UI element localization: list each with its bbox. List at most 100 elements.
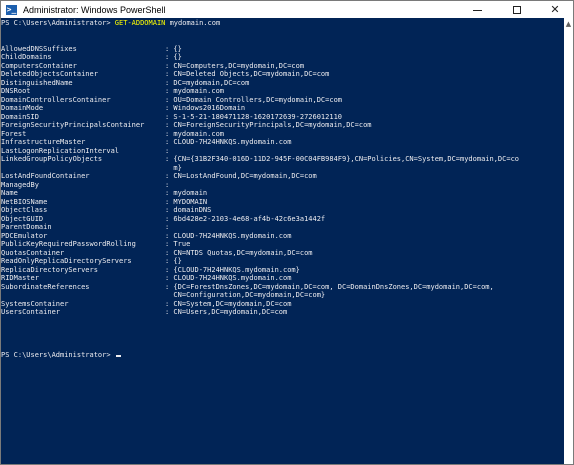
property-value: : (165, 146, 170, 155)
property-continuation: m} (1, 164, 564, 173)
property-value: : {} (165, 257, 182, 265)
property-name: DistinguishedName (1, 78, 73, 87)
property-name: LostAndFoundContainer (1, 172, 90, 180)
property-value: : domainDNS (165, 206, 212, 214)
property-row: SubordinateReferences : {DC=ForestDnsZone… (1, 283, 564, 292)
powershell-icon[interactable]: >_ (6, 4, 17, 15)
minimize-button[interactable] (457, 1, 497, 18)
property-row: LastLogonReplicationInterval: (1, 147, 564, 156)
property-name: ReadOnlyReplicaDirectoryServers (1, 257, 132, 265)
vertical-scrollbar[interactable] (564, 18, 573, 464)
property-value: : CN=Deleted Objects,DC=mydomain,DC=com (165, 70, 330, 78)
property-value: : {CLOUD-7H24HNKQS.mydomain.com} (165, 265, 300, 274)
maximize-button[interactable] (497, 1, 537, 18)
property-name: DeletedObjectsContainer (1, 70, 98, 78)
property-name: ReplicaDirectoryServers (1, 265, 98, 274)
property-name: LinkedGroupPolicyObjects (1, 155, 103, 163)
property-value: : {} (165, 53, 182, 61)
property-row: SystemsContainer : CN=System,DC=mydomain,… (1, 300, 564, 309)
property-value-continued: CN=Configuration,DC=mydomain,DC=com} (165, 291, 326, 299)
property-value: : S-1-5-21-180471128-1620172639-27260121… (165, 112, 343, 121)
property-name: Name (1, 189, 18, 197)
property-row: ReplicaDirectoryServers : {CLOUD-7H24HNKQ… (1, 266, 564, 275)
property-name: AllowedDNSSuffixes (1, 44, 77, 53)
property-name: Forest (1, 129, 27, 138)
property-row: ForeignSecurityPrincipalsContainer: CN=F… (1, 121, 564, 130)
property-name: ChildDomains (1, 53, 52, 61)
property-name: RIDMaster (1, 274, 39, 282)
prompt-text: PS C:\Users\Administrator> (1, 19, 115, 27)
property-row: DeletedObjectsContainer : CN=Deleted Obje… (1, 70, 564, 79)
property-name: UsersContainer (1, 308, 61, 316)
property-row: ObjectGUID: 6bd428e2-2103-4e68-af4b-42c6… (1, 215, 564, 224)
property-row: ReadOnlyReplicaDirectoryServers : {} (1, 257, 564, 266)
property-value: : True (165, 240, 191, 248)
close-icon: ✕ (550, 3, 560, 16)
property-name: QuotasContainer (1, 248, 65, 257)
property-name: ManagedBy (1, 180, 39, 189)
property-name: LastLogonReplicationInterval (1, 146, 120, 155)
property-row: AllowedDNSSuffixes : {} (1, 45, 564, 54)
property-value: : {DC=ForestDnsZones,DC=mydomain,DC=com,… (165, 282, 494, 291)
property-name: ParentDomain (1, 223, 52, 231)
property-value: : CLOUD-7H24HNKQS.mydomain.com (165, 138, 292, 146)
title-bar[interactable]: >_ Administrator: Windows PowerShell ✕ (1, 1, 573, 18)
property-value: : (165, 180, 170, 189)
property-value: : CN=LostAndFound,DC=mydomain,DC=com (165, 172, 317, 180)
property-name: NetBIOSName (1, 197, 48, 206)
property-row: DomainMode: Windows2016Domain (1, 104, 564, 113)
property-value: : 6bd428e2-2103-4e68-af4b-42c6e3a1442f (165, 214, 326, 223)
final-prompt-text: PS C:\Users\Administrator> (1, 350, 115, 359)
property-row: Name : mydomain (1, 189, 564, 198)
prompt-line: PS C:\Users\Administrator> (1, 351, 564, 360)
property-row: ChildDomains : {} (1, 53, 564, 62)
property-row: PDCEmulator : CLOUD-7H24HNKQS.mydomain.co… (1, 232, 564, 241)
property-name: SubordinateReferences (1, 282, 90, 291)
property-row: ComputersContainer: CN=Computers,DC=mydo… (1, 62, 564, 71)
property-row: DomainSID : S-1-5-21-180471128-1620172639… (1, 113, 564, 122)
property-value: : OU=Domain Controllers,DC=mydomain,DC=c… (165, 95, 343, 104)
property-value: : {} (165, 44, 182, 53)
property-name: PDCEmulator (1, 231, 48, 240)
property-value: : {CN={31B2F340-016D-11D2-945F-00C04FB98… (165, 155, 520, 163)
property-name: DomainSID (1, 112, 39, 121)
property-value: : mydomain (165, 189, 208, 197)
window-controls: ✕ (457, 1, 573, 18)
property-name: ForeignSecurityPrincipalsContainer (1, 121, 145, 129)
property-value: : (165, 223, 170, 231)
property-value: : CLOUD-7H24HNKQS.mydomain.com (165, 274, 292, 282)
property-row: DomainControllersContainer : OU=Domain Co… (1, 96, 564, 105)
minimize-icon (472, 10, 482, 11)
property-row: ManagedBy: (1, 181, 564, 190)
property-value: : CN=Computers,DC=mydomain,DC=com (165, 61, 305, 70)
property-value: : mydomain.com (165, 87, 225, 95)
property-name: SystemsContainer (1, 299, 69, 308)
text-cursor (115, 354, 121, 357)
property-value: : DC=mydomain,DC=com (165, 78, 250, 87)
property-value: : CLOUD-7H24HNKQS.mydomain.com (165, 231, 292, 240)
close-button[interactable]: ✕ (537, 1, 573, 18)
property-value: : mydomain.com (165, 129, 225, 138)
property-row: PublicKeyRequiredPasswordRolling: True (1, 240, 564, 249)
property-continuation: CN=Configuration,DC=mydomain,DC=com} (1, 291, 564, 300)
command-line: PS C:\Users\Administrator> GET-ADDOMAIN … (1, 19, 564, 28)
property-row: LinkedGroupPolicyObjects : {CN={31B2F340-… (1, 155, 564, 164)
property-row: ParentDomain: (1, 223, 564, 232)
property-name: DomainControllersContainer (1, 95, 111, 104)
property-value: : CN=System,DC=mydomain,DC=com (165, 299, 292, 308)
command-text: GET-ADDOMAIN (114, 19, 166, 27)
property-name: DNSRoot (1, 87, 31, 95)
property-row: DNSRoot : mydomain.com (1, 87, 564, 96)
property-row: NetBIOSName: MYDOMAIN (1, 198, 564, 207)
property-value: : CN=NTDS Quotas,DC=mydomain,DC=com (165, 248, 313, 257)
scroll-up-arrow-icon[interactable]: ▲ (564, 19, 573, 29)
console-output[interactable]: PS C:\Users\Administrator> GET-ADDOMAIN … (1, 18, 564, 464)
property-row: RIDMaster : CLOUD-7H24HNKQS.mydomain.com (1, 274, 564, 283)
property-row: ObjectClass: domainDNS (1, 206, 564, 215)
window-title: Administrator: Windows PowerShell (23, 4, 166, 15)
property-row: DistinguishedName : DC=mydomain,DC=com (1, 79, 564, 88)
property-row: Forest : mydomain.com (1, 130, 564, 139)
